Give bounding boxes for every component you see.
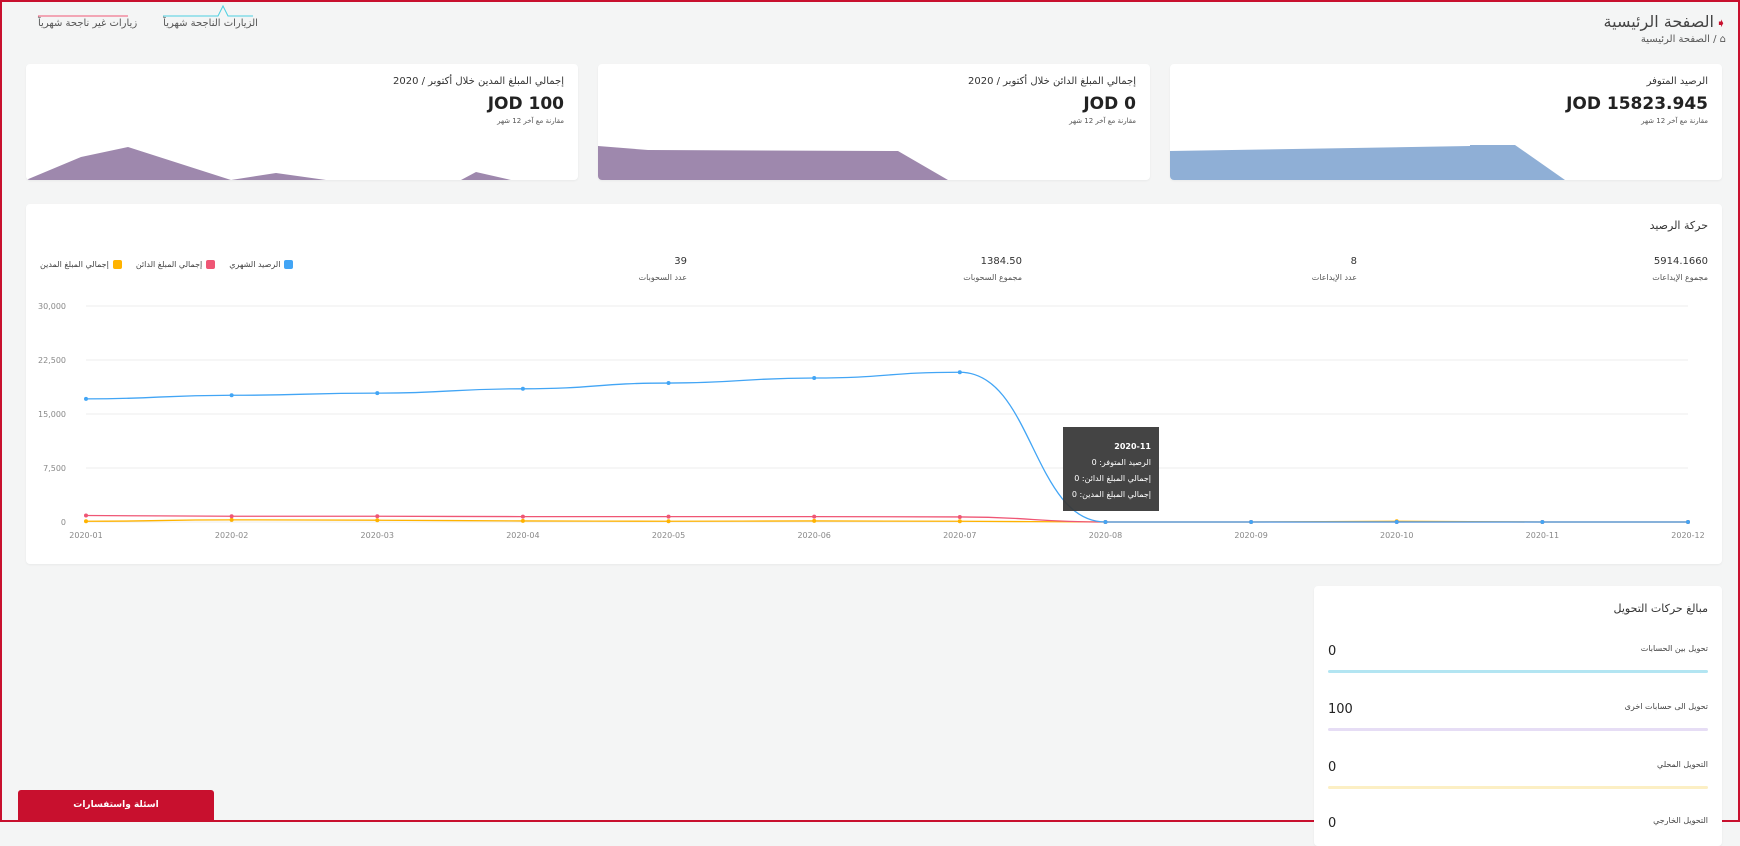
data-point [957,370,962,375]
transfers-title: مبالغ حركات التحويل [1613,602,1708,615]
transfer-bar [1328,786,1708,789]
success-visits-sparkline [163,4,254,17]
legend-success-label: الزيارات الناجحة شهرياً [163,18,258,29]
credit-area-chart [598,146,948,180]
data-point [520,514,525,519]
faq-button[interactable]: اسئلة واستفسارات [18,790,214,820]
data-point [812,376,817,380]
y-tick-label: 15,000 [38,410,66,419]
transfer-row: التحويل المحلي 0 [1328,760,1708,816]
debit-area-chart [26,147,578,180]
card-subtitle: مقارنة مع آخر 12 شهر [1641,117,1708,125]
transfer-value: 0 [1328,760,1337,775]
transfer-label: التحويل الخارجي [1653,816,1708,825]
data-point [812,514,817,519]
x-tick-label: 2020-04 [506,531,539,540]
data-point [666,519,671,524]
data-point [375,518,380,523]
transfer-row: تحويل الى حسابات اخرى 100 [1328,702,1708,758]
balance-movement-card: حركة الرصيد 5914.1660 مجموع الإيداعات 8 عد… [26,204,1722,564]
tooltip-period: 2020-11 [1114,442,1151,451]
data-point [229,517,234,522]
page-title: ➧الصفحة الرئيسية [1604,12,1726,31]
data-point [375,514,380,519]
x-tick-label: 2020-08 [1089,531,1122,540]
home-icon[interactable]: ⌂ [1720,34,1726,45]
x-tick-label: 2020-03 [361,531,394,540]
card-debit-total: إجمالي المبلغ المدين خلال أكتوبر / 2020 … [26,64,578,180]
data-point [84,396,88,401]
card-value: JOD 100 [487,94,564,114]
card-title: إجمالي المبلغ المدين خلال أكتوبر / 2020 [392,76,564,87]
card-subtitle: مقارنة مع آخر 12 شهر [1069,117,1136,125]
data-point [1686,520,1690,524]
x-tick-label: 2020-12 [1671,531,1704,540]
legend-failed-visits: زيارات غير ناجحة شهرياً [38,15,138,29]
card-subtitle: مقارنة مع آخر 12 شهر [497,117,564,125]
card-title: إجمالي المبلغ الدائن خلال أكتوبر / 2020 [967,76,1136,87]
tooltip-credit: إجمالي المبلغ الدائن: 0 [1074,474,1151,483]
x-tick-label: 2020-09 [1234,531,1267,540]
data-point [957,514,962,519]
card-value: JOD 15823.945 [1566,94,1708,114]
transfer-bar [1328,728,1708,731]
tooltip-debit: إجمالي المبلغ المدين: 0 [1071,490,1151,499]
data-point [84,513,88,518]
y-tick-label: 30,000 [38,302,66,311]
transfer-value: 0 [1328,644,1337,659]
top-bar: ➧الصفحة الرئيسية ⌂ / الصفحة الرئيسية زيا… [14,4,1726,50]
x-tick-label: 2020-06 [797,531,830,540]
data-point [1394,520,1399,524]
transfer-label: التحويل المحلي [1657,760,1708,769]
data-point [375,391,380,396]
data-point [1103,520,1108,524]
legend-success-visits: الزيارات الناجحة شهرياً [163,4,258,29]
data-point [812,518,817,523]
series-line [85,371,1688,523]
y-tick-label: 0 [61,518,66,527]
y-tick-label: 7,500 [43,464,66,473]
back-arrow-icon[interactable]: ➧ [1716,16,1726,30]
data-point [1540,520,1545,524]
card-value: JOD 0 [1083,94,1136,114]
transfer-bar [1328,670,1708,673]
data-point [666,514,671,519]
card-credit-total: إجمالي المبلغ الدائن خلال أكتوبر / 2020 … [598,64,1150,180]
card-available-balance: الرصيد المتوفر JOD 15823.945 مقارنة مع آ… [1170,64,1722,180]
x-tick-label: 2020-07 [943,531,976,540]
data-point [1249,520,1254,524]
data-point [666,381,671,386]
failed-visits-sparkline [38,15,128,17]
transfer-row: التحويل الخارجي 0 [1328,816,1708,846]
data-point [520,386,525,391]
breadcrumb-home[interactable]: الصفحة الرئيسية [1641,34,1710,45]
x-tick-label: 2020-02 [215,531,248,540]
legend-failed-label: زيارات غير ناجحة شهرياً [38,18,138,29]
data-point [229,393,234,398]
balance-area-chart [1170,145,1565,180]
transfer-row: تحويل بين الحسابات 0 [1328,644,1708,700]
x-tick-label: 2020-05 [652,531,685,540]
breadcrumb: ⌂ / الصفحة الرئيسية [1640,34,1726,45]
tooltip-balance: الرصيد المتوفر: 0 [1091,458,1151,467]
transfer-amounts-card: مبالغ حركات التحويل تحويل بين الحسابات 0 … [1314,586,1722,846]
page-title-text: الصفحة الرئيسية [1603,12,1714,31]
transfer-value: 0 [1328,816,1337,831]
data-point [84,519,88,524]
transfer-label: تحويل بين الحسابات [1640,644,1708,653]
card-title: الرصيد المتوفر [1646,76,1708,87]
visits-legend: زيارات غير ناجحة شهرياً الزيارات الناجحة… [38,4,258,29]
data-point [229,514,234,519]
balance-line-chart[interactable]: 30,000 22,500 15,000 7,500 02020-01 2020-02 20… [26,204,1722,564]
x-tick-label: 2020-01 [69,531,102,540]
y-tick-label: 22,500 [38,356,66,365]
chart-tooltip: 2020-11 الرصيد المتوفر: 0 إجمالي المبلغ … [1063,427,1159,511]
transfer-label: تحويل الى حسابات اخرى [1624,702,1708,711]
data-point [520,518,525,523]
data-point [957,519,962,524]
x-tick-label: 2020-11 [1526,531,1559,540]
transfer-value: 100 [1328,702,1353,717]
x-tick-label: 2020-10 [1380,531,1413,540]
